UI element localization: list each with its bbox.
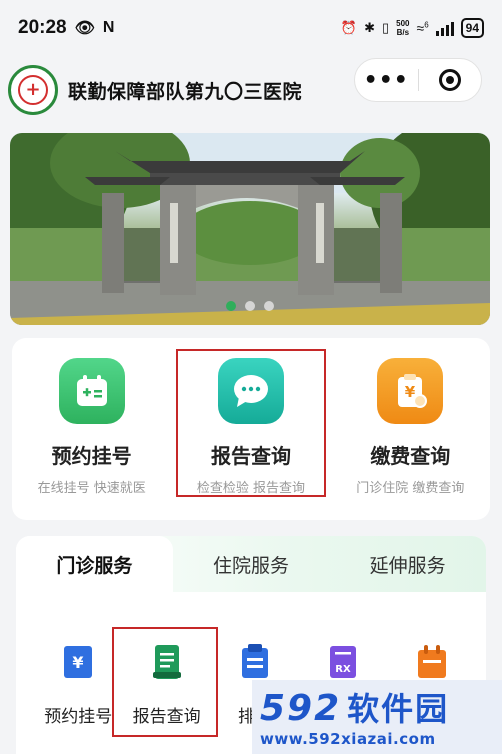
banner-carousel[interactable] <box>10 133 490 325</box>
feature-title: 预约挂号 <box>51 444 132 468</box>
bluetooth-icon: ✱ <box>364 20 375 35</box>
cross-icon: + <box>25 79 41 100</box>
calendar-orange-icon <box>415 642 449 682</box>
feature-appointment[interactable]: 预约挂号 在线挂号 快速就医 <box>17 358 167 496</box>
battery-indicator: 94 <box>460 18 484 38</box>
status-bar: 20:28 👁 N ⏰ ✱ ▯ 500 B/s ≈6 94 <box>0 0 502 56</box>
signal-icon <box>435 20 454 36</box>
calendar-icon <box>58 358 125 424</box>
net-speed-unit: B/s <box>396 28 410 37</box>
rx-icon: RX <box>326 642 360 682</box>
carousel-dot[interactable] <box>264 301 274 311</box>
feature-title: 缴费查询 <box>370 444 451 468</box>
carousel-dots <box>10 301 490 311</box>
vibrate-icon: ▯ <box>381 20 390 35</box>
hospital-name: 联勤保障部队第九〇三医院 <box>68 80 303 103</box>
site-watermark: 592 软件园 www.592xiazai.com <box>252 680 502 754</box>
status-right: ⏰ ✱ ▯ 500 B/s ≈6 94 <box>341 18 484 38</box>
yen-clipboard-icon: ¥ <box>377 358 444 424</box>
mini-program-capsule: ••• <box>354 58 482 102</box>
carousel-dot[interactable] <box>245 301 255 311</box>
eye-icon: 👁 <box>74 20 95 37</box>
nfc-icon: N <box>102 19 115 36</box>
watermark-logo: 592 软件园 <box>260 684 494 730</box>
alarm-icon: ⏰ <box>340 20 358 35</box>
battery-level: 94 <box>465 21 479 35</box>
more-button[interactable]: ••• <box>355 68 418 93</box>
feature-subtitle: 门诊住院 缴费查询 <box>356 481 465 496</box>
tab-extended[interactable]: 延伸服务 <box>329 536 486 592</box>
status-left: 20:28 👁 N <box>18 17 114 39</box>
highlight-annotation-box <box>112 627 218 737</box>
carousel-dot[interactable] <box>226 301 236 311</box>
service-appointment[interactable]: ¥ 预约挂号 <box>34 642 122 727</box>
tab-inpatient[interactable]: 住院服务 <box>173 536 330 592</box>
service-tabs: 门诊服务 住院服务 延伸服务 <box>16 536 486 592</box>
queue-icon <box>238 642 272 682</box>
watermark-number: 592 <box>260 688 342 729</box>
svg-text:RX: RX <box>336 664 352 675</box>
hospital-gate-image <box>10 133 490 325</box>
feature-payment-query[interactable]: ¥ 缴费查询 门诊住院 缴费查询 <box>335 358 485 496</box>
yen-ticket-icon: ¥ <box>61 642 95 682</box>
feature-subtitle: 在线挂号 快速就医 <box>37 481 146 496</box>
highlight-annotation-box <box>176 349 326 497</box>
tab-outpatient[interactable]: 门诊服务 <box>16 536 173 592</box>
watermark-name: 软件园 <box>347 690 450 728</box>
net-speed: 500 B/s <box>396 19 409 37</box>
target-icon <box>438 69 461 91</box>
app-header: + 联勤保障部队第九〇三医院 ••• <box>0 56 502 124</box>
clock: 20:28 <box>18 17 67 38</box>
service-label: 预约挂号 <box>44 707 113 727</box>
wifi-label: 6 <box>424 20 429 30</box>
hospital-logo: + <box>8 65 58 115</box>
watermark-url: www.592xiazai.com <box>260 730 436 748</box>
close-program-button[interactable] <box>419 69 482 91</box>
wifi-icon: ≈6 <box>416 20 429 36</box>
svg-text:¥: ¥ <box>73 653 84 672</box>
net-speed-value: 500 <box>396 19 410 28</box>
